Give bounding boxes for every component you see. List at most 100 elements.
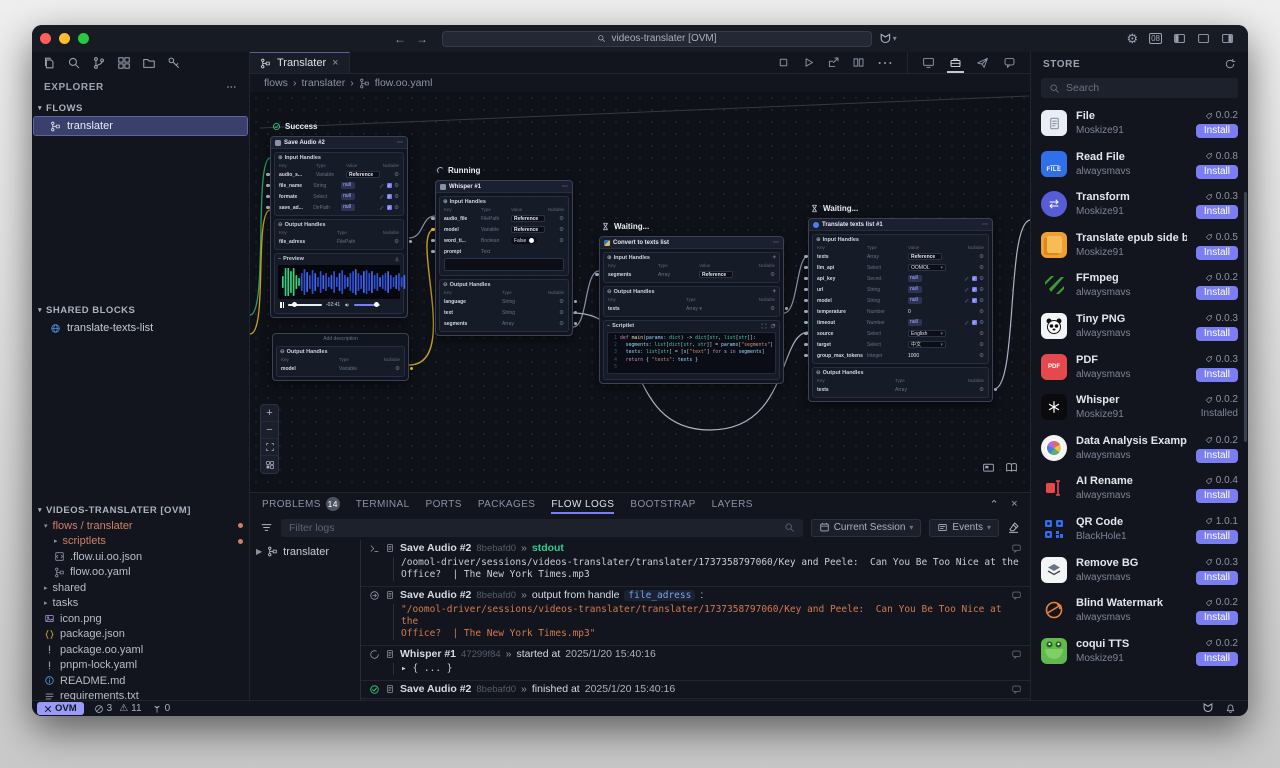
panel-tab-terminal[interactable]: TERMINAL (356, 493, 410, 515)
traffic-zoom-button[interactable] (78, 33, 89, 44)
file-tree-item[interactable]: README.md (32, 673, 249, 689)
prompt-textarea[interactable] (444, 258, 564, 271)
gear-icon[interactable]: ⚙ (979, 353, 984, 359)
gear-icon[interactable]: ⚙ (559, 216, 564, 222)
param-row-target[interactable]: targetSelect中文▾⚙ (813, 339, 988, 350)
breadcrumb-item[interactable]: translater (301, 77, 345, 89)
settings-icon[interactable]: ⚙ (1126, 31, 1138, 47)
files-icon[interactable] (42, 56, 56, 70)
gear-icon[interactable]: ⚙ (394, 205, 399, 211)
file-tree-item[interactable]: .flow.ui.oo.json (32, 549, 249, 565)
node-header[interactable]: Save Audio #2⋯ (271, 137, 407, 149)
install-button[interactable]: Install (1196, 165, 1238, 179)
gear-icon[interactable]: ⚙ (979, 287, 984, 293)
node-more-icon[interactable]: ⋯ (397, 139, 403, 146)
nav-forward-icon[interactable]: → (416, 32, 428, 46)
param-row-audio_file[interactable]: audio_fileFilePathReference⚙ (440, 213, 568, 224)
toggle-right-panel-icon[interactable] (1221, 32, 1234, 45)
param-row-temperature[interactable]: temperatureNumber0⚙ (813, 306, 988, 317)
audio-player-controls[interactable]: -02:41 (275, 301, 403, 311)
file-tree-item[interactable]: ▸shared (32, 580, 249, 596)
install-button[interactable]: Install (1196, 205, 1238, 219)
param-row-file_name[interactable]: file_nameStringnull✓⚙ (275, 180, 403, 191)
shared-block-item-translate-texts-list[interactable]: translate-texts-list (34, 319, 247, 337)
add-input-icon[interactable]: + (772, 255, 776, 261)
refresh-icon[interactable] (1224, 58, 1236, 70)
gear-icon[interactable]: ⚙ (979, 342, 984, 348)
param-row-model[interactable]: modelStringnull✓⚙ (813, 295, 988, 306)
comment-icon[interactable] (1011, 543, 1022, 554)
output-row-model[interactable]: modelVariable⚙ (277, 363, 404, 374)
node-whisper[interactable]: Whisper #1⋯⊕Input HandlesKeyTypeValueNul… (435, 180, 573, 336)
output-row-texts[interactable]: textsArray ▾⚙ (604, 303, 779, 314)
gear-icon[interactable]: ⚙ (395, 366, 400, 372)
zoom-in-button[interactable]: + (261, 405, 278, 422)
zoom-out-button[interactable]: − (261, 422, 278, 439)
filter-logs-input[interactable]: Filter logs (281, 519, 803, 537)
pause-icon[interactable] (280, 302, 284, 308)
nullable-checkbox[interactable]: ✓ (387, 194, 393, 200)
split-editor-icon[interactable] (852, 56, 865, 69)
store-item-whisper[interactable]: WhisperMoskize910.0.2Installed (1031, 388, 1248, 429)
gear-icon[interactable]: ⚙ (979, 331, 984, 337)
file-tree-item[interactable]: ▸scriptlets (32, 534, 249, 550)
store-item-read-file[interactable]: FILERead Filealwaysmavs0.0.8Install (1031, 145, 1248, 186)
store-item-transform[interactable]: ⇄TransformMoskize910.0.3Install (1031, 185, 1248, 226)
install-button[interactable]: Install (1196, 611, 1238, 625)
toggle-left-panel-icon[interactable] (1173, 32, 1186, 45)
edit-icon[interactable] (964, 320, 970, 326)
node-header[interactable]: Translate texts list #1⋯ (809, 219, 992, 231)
breadcrumb-item[interactable]: flow.oo.yaml (375, 77, 433, 89)
edit-icon[interactable] (964, 276, 970, 282)
scriptlet-code[interactable]: 1def main(params: dict) -> dict[str, lis… (607, 332, 776, 374)
toggle-bottom-panel-icon[interactable] (1197, 32, 1210, 45)
store-icon[interactable] (949, 52, 962, 73)
store-search-input[interactable]: Search (1041, 78, 1238, 98)
store-item-file[interactable]: FileMoskize910.0.2Install (1031, 104, 1248, 145)
node-header[interactable]: Whisper #1⋯ (436, 181, 572, 193)
gear-icon[interactable]: ⚙ (979, 265, 984, 271)
gear-icon[interactable]: ⚙ (394, 183, 399, 189)
store-item-ffmpeg[interactable]: FFmpegalwaysmavs0.0.2Install (1031, 266, 1248, 307)
comment-icon[interactable] (1011, 684, 1022, 695)
edit-icon[interactable] (964, 287, 970, 293)
panel-tab-problems[interactable]: PROBLEMS14 (262, 493, 340, 515)
param-row-api_key[interactable]: api_keySecretnull✓⚙ (813, 273, 988, 284)
store-item-qr-code[interactable]: QR CodeBlackHole11.0.1Install (1031, 510, 1248, 551)
fit-view-button[interactable] (261, 439, 278, 456)
output-row-language[interactable]: languageString⚙ (440, 296, 568, 307)
store-item-data-analysis-examples[interactable]: Data Analysis Examplesalwaysmavs0.0.2Ins… (1031, 429, 1248, 470)
ovm-badge[interactable]: OVM (37, 702, 84, 715)
store-item-tiny-png[interactable]: Tiny PNGalwaysmavs0.0.3Install (1031, 307, 1248, 348)
traffic-close-button[interactable] (40, 33, 51, 44)
nullable-checkbox[interactable]: ✓ (972, 320, 978, 326)
param-row-timeout[interactable]: timeoutNumbernull✓⚙ (813, 317, 988, 328)
gear-icon[interactable]: ⚙ (979, 309, 984, 315)
output-row-file_adress[interactable]: file_adressFilePath⚙ (275, 236, 403, 247)
session-filter-dropdown[interactable]: Current Session ▾ (811, 519, 922, 537)
run-icon[interactable] (802, 56, 815, 69)
gear-icon[interactable]: ⚙ (559, 310, 564, 316)
gear-icon[interactable]: ⚙ (770, 272, 775, 278)
nullable-checkbox[interactable]: ✓ (972, 298, 978, 304)
account-menu[interactable]: ᗢ ▾ (880, 31, 897, 47)
nullable-checkbox[interactable]: ✓ (972, 287, 978, 293)
layout-badge-icon[interactable]: 08 (1149, 33, 1162, 44)
output-row-segments[interactable]: segmentsArray⚙ (440, 318, 568, 329)
gear-icon[interactable]: ⚙ (559, 321, 564, 327)
explorer-more-icon[interactable]: ⋯ (226, 82, 237, 93)
install-button[interactable]: Install (1196, 530, 1238, 544)
traffic-minimize-button[interactable] (59, 33, 70, 44)
shared-blocks-header[interactable]: ▾SHARED BLOCKS (32, 302, 249, 318)
param-row-llm_api[interactable]: llm_apiSelectOOMOL▾⚙ (813, 262, 988, 273)
param-row-audio_s...[interactable]: audio_s...VariableReference⚙ (275, 169, 403, 180)
stop-icon[interactable] (777, 56, 790, 69)
install-button[interactable]: Install (1196, 286, 1238, 300)
nav-back-icon[interactable]: ← (394, 32, 406, 46)
progress-slider[interactable] (288, 304, 322, 306)
filter-list-icon[interactable] (260, 521, 273, 534)
gear-icon[interactable]: ⚙ (394, 239, 399, 245)
nullable-checkbox[interactable]: ✓ (387, 205, 393, 211)
publish-icon[interactable] (976, 52, 989, 73)
cat-icon[interactable]: ᗢ (1203, 701, 1213, 716)
